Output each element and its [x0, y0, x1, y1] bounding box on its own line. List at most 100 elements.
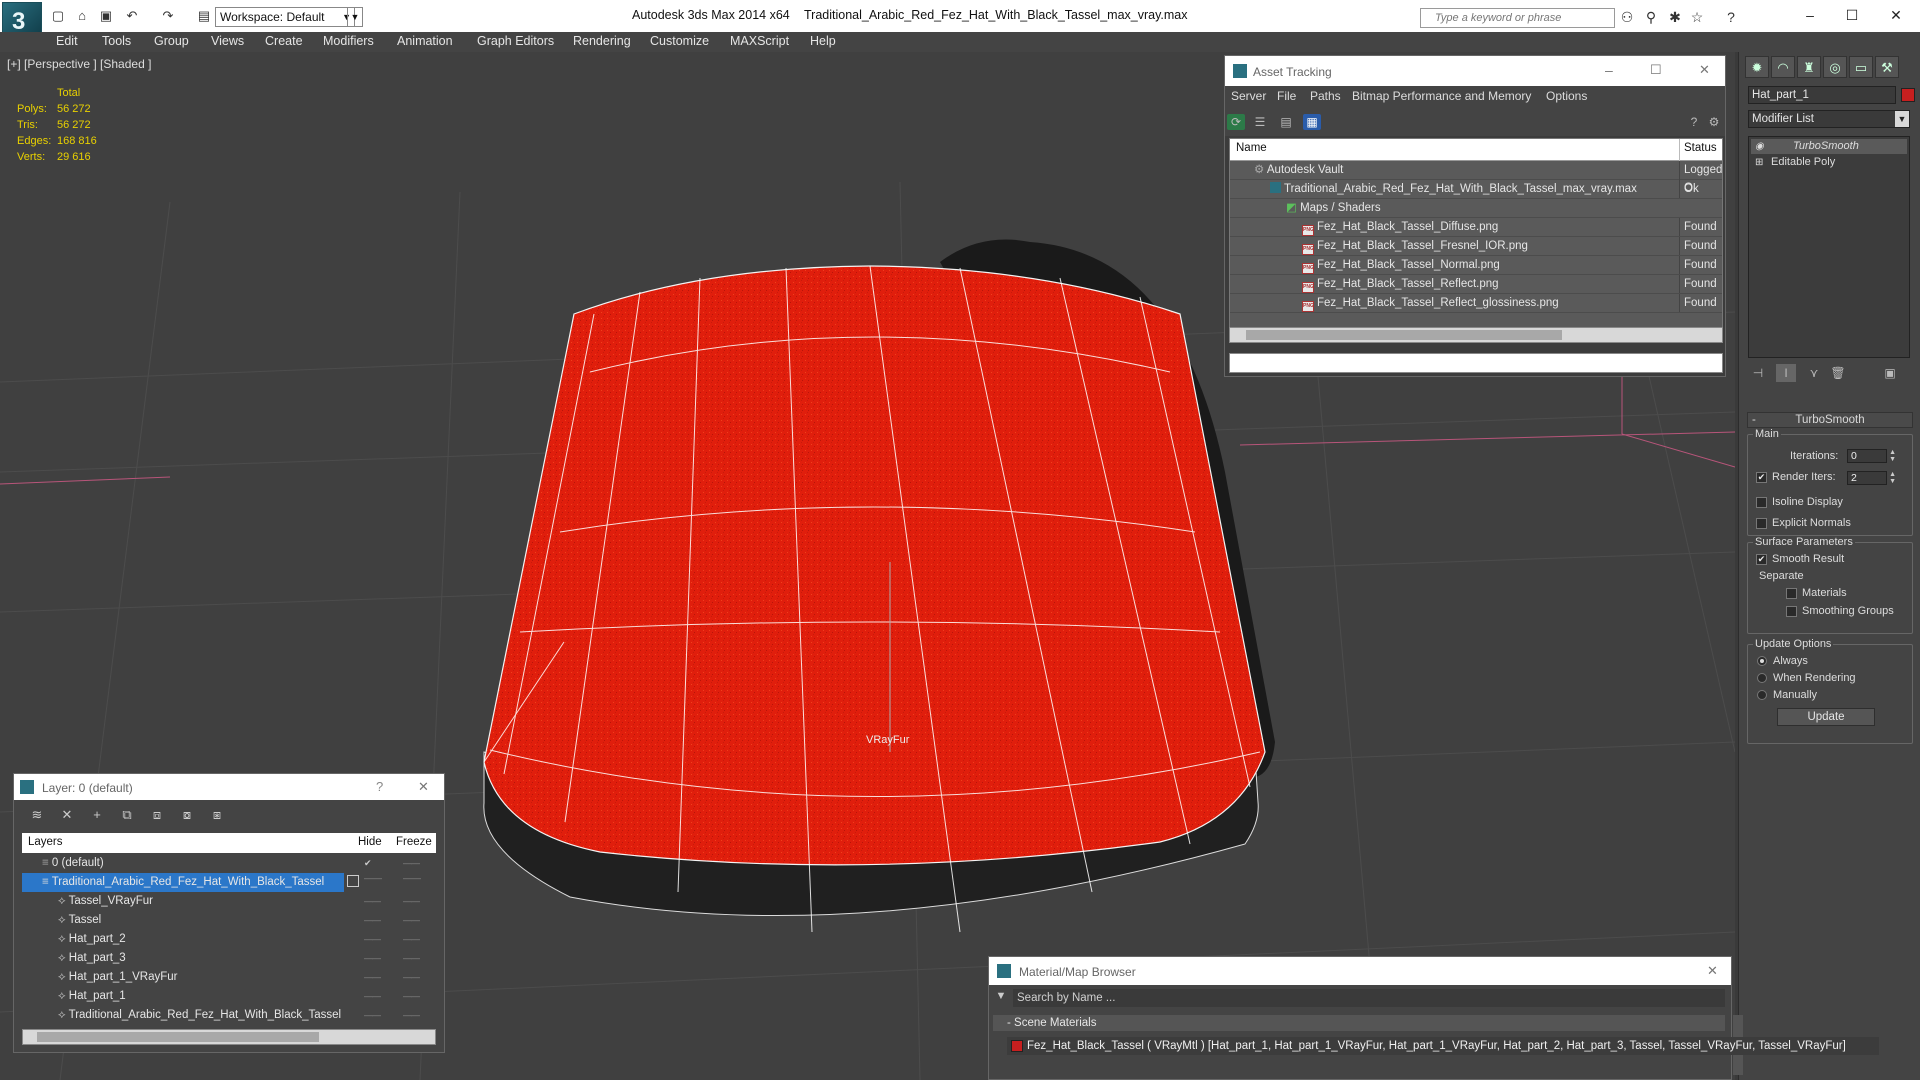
remove-modifier-icon[interactable]: 🗑: [1828, 364, 1848, 382]
binoculars-icon[interactable]: ⚇: [1618, 9, 1636, 25]
asset-horizontal-scrollbar[interactable]: [1229, 327, 1723, 343]
menu-customize[interactable]: Customize: [650, 34, 709, 48]
highlight-layer-icon[interactable]: ⧇: [178, 807, 196, 823]
maximize-button[interactable]: ☐: [1832, 4, 1872, 26]
render-iters-spinner[interactable]: 2 ▲ ▼: [1847, 471, 1896, 485]
settings-icon[interactable]: ⚙: [1705, 114, 1723, 130]
layer-active-box[interactable]: [347, 875, 359, 887]
freeze-toggle[interactable]: ——: [403, 949, 423, 967]
scrollbar-thumb[interactable]: [37, 1032, 319, 1042]
menu-create[interactable]: Create: [265, 34, 303, 48]
maximize-icon[interactable]: ☐: [1650, 62, 1662, 78]
spinner-arrows-icon[interactable]: ▲ ▼: [1889, 471, 1896, 485]
create-tab-icon[interactable]: ✹: [1745, 56, 1769, 78]
hide-toggle[interactable]: ——: [364, 930, 384, 948]
table-view-icon[interactable]: ▦: [1303, 114, 1321, 130]
select-objects-icon[interactable]: ⧈: [148, 807, 166, 823]
expand-icon[interactable]: ⊞: [1755, 155, 1763, 170]
menu-tools[interactable]: Tools: [102, 34, 131, 48]
freeze-toggle[interactable]: ——: [403, 968, 423, 986]
col-status[interactable]: Status: [1684, 142, 1717, 154]
hide-toggle[interactable]: ——: [364, 892, 384, 910]
redo-icon[interactable]: ↷: [160, 8, 176, 24]
undo-icon[interactable]: ↶: [124, 8, 140, 24]
communication-icon[interactable]: ✱: [1666, 9, 1684, 25]
asset-menu-file[interactable]: File: [1277, 89, 1296, 103]
current-layer-check-icon[interactable]: ✔: [364, 854, 384, 872]
asset-row-maps[interactable]: ◩ Maps / Shaders: [1230, 199, 1722, 218]
asset-menu-server[interactable]: Server: [1231, 89, 1266, 103]
asset-row-vault[interactable]: ⚙ Autodesk Vault Logged O: [1230, 161, 1722, 197]
help-icon[interactable]: ?: [1722, 9, 1740, 25]
list-view-icon[interactable]: ☰: [1251, 114, 1269, 130]
material-item[interactable]: Fez_Hat_Black_Tassel ( VRayMtl ) [Hat_pa…: [1007, 1037, 1879, 1055]
add-to-layer-icon[interactable]: ⧉: [118, 807, 136, 823]
new-file-icon[interactable]: ▢: [50, 8, 66, 24]
layer-row-fez-layer[interactable]: ≡ Traditional_Arabic_Red_Fez_Hat_With_Bl…: [22, 873, 344, 892]
subscription-icon[interactable]: ⚲: [1642, 9, 1660, 25]
hide-toggle[interactable]: ——: [364, 1006, 384, 1024]
asset-menu-options[interactable]: Options: [1546, 89, 1587, 103]
motion-tab-icon[interactable]: ◎: [1823, 56, 1847, 78]
lightbulb-icon[interactable]: ◉: [1755, 139, 1764, 154]
freeze-toggle[interactable]: ——: [403, 892, 423, 910]
menu-modifiers[interactable]: Modifiers: [323, 34, 374, 48]
viewport-label[interactable]: [+] [Perspective ] [Shaded ]: [7, 57, 151, 71]
workspace-menu-button[interactable]: ▼: [347, 7, 363, 27]
configure-sets-icon[interactable]: ▣: [1880, 364, 1900, 382]
layer-row-object[interactable]: ⟡ Hat_part_1_VRayFur —— ——: [22, 968, 436, 987]
asset-row-glossiness[interactable]: PNG Fez_Hat_Black_Tassel_Reflect_glossine…: [1230, 294, 1722, 313]
hide-toggle[interactable]: ——: [364, 911, 384, 929]
modifier-list-dropdown[interactable]: Modifier List ▼: [1748, 110, 1910, 128]
always-radio[interactable]: [1757, 656, 1767, 666]
smooth-result-checkbox[interactable]: ✔: [1756, 554, 1767, 565]
close-icon[interactable]: ✕: [418, 779, 429, 795]
iterations-spinner[interactable]: 0 ▲ ▼: [1847, 449, 1896, 463]
smoothing-groups-checkbox[interactable]: [1786, 606, 1797, 617]
save-icon[interactable]: ▣: [98, 8, 114, 24]
material-search-input[interactable]: Search by Name ...: [1013, 989, 1725, 1007]
scrollbar-thumb[interactable]: [1246, 330, 1562, 340]
open-file-icon[interactable]: ⌂: [74, 8, 90, 24]
menu-help[interactable]: Help: [810, 34, 836, 48]
hide-toggle[interactable]: ——: [364, 873, 382, 883]
spinner-arrows-icon[interactable]: ▲ ▼: [1889, 449, 1896, 463]
menu-views[interactable]: Views: [211, 34, 244, 48]
freeze-toggle[interactable]: ——: [403, 873, 421, 883]
hide-toggle[interactable]: ——: [364, 968, 384, 986]
freeze-toggle[interactable]: ——: [403, 987, 423, 1005]
layer-row-object[interactable]: ⟡ Hat_part_1 —— ——: [22, 987, 436, 1006]
display-tab-icon[interactable]: ▭: [1849, 56, 1873, 78]
stack-item-editable-poly[interactable]: ⊞ Editable Poly: [1751, 155, 1907, 170]
turbosmooth-rollout-title[interactable]: - TurboSmooth: [1747, 412, 1913, 428]
layer-row-default[interactable]: ≡ 0 (default) ✔ ——: [22, 854, 436, 873]
close-icon[interactable]: ✕: [1699, 62, 1710, 78]
render-iters-checkbox[interactable]: ✔: [1756, 472, 1767, 483]
menu-maxscript[interactable]: MAXScript: [730, 34, 789, 48]
menu-group[interactable]: Group: [154, 34, 189, 48]
manually-radio[interactable]: [1757, 690, 1767, 700]
isoline-display-checkbox[interactable]: [1756, 497, 1767, 508]
layer-manager-icon[interactable]: ≋: [28, 807, 46, 823]
help-icon[interactable]: ?: [1685, 114, 1703, 130]
col-name[interactable]: Name: [1236, 142, 1267, 154]
layer-row-object[interactable]: ⟡ Tassel_VRayFur —— ——: [22, 892, 436, 911]
stack-item-turbosmooth[interactable]: ◉ TurboSmooth: [1751, 139, 1907, 154]
when-rendering-radio[interactable]: [1757, 673, 1767, 683]
layer-explorer-titlebar[interactable]: Layer: 0 (default) ? ✕: [14, 774, 444, 800]
object-name-field[interactable]: Hat_part_1: [1748, 86, 1896, 104]
asset-row-max-file[interactable]: Traditional_Arabic_Red_Fez_Hat_With_Blac…: [1230, 180, 1722, 199]
browser-options-icon[interactable]: ▼: [993, 990, 1009, 1006]
layer-row-object[interactable]: ⟡ Tassel —— ——: [22, 911, 436, 930]
show-end-result-icon[interactable]: I: [1776, 364, 1796, 382]
hierarchy-tab-icon[interactable]: ♜: [1797, 56, 1821, 78]
layer-row-object[interactable]: ⟡ Traditional_Arabic_Red_Fez_Hat_With_Bl…: [22, 1006, 436, 1025]
refresh-icon[interactable]: ⟳: [1227, 114, 1245, 130]
hide-toggle[interactable]: ——: [364, 949, 384, 967]
asset-row-diffuse[interactable]: PNG Fez_Hat_Black_Tassel_Diffuse.png Found: [1230, 218, 1722, 237]
col-layers[interactable]: Layers: [28, 833, 63, 852]
freeze-toggle[interactable]: ——: [403, 1006, 423, 1024]
hide-all-layers-icon[interactable]: ⧆: [208, 807, 226, 823]
favorites-star-icon[interactable]: ☆: [1688, 9, 1706, 25]
project-folder-icon[interactable]: ▤: [196, 8, 212, 24]
